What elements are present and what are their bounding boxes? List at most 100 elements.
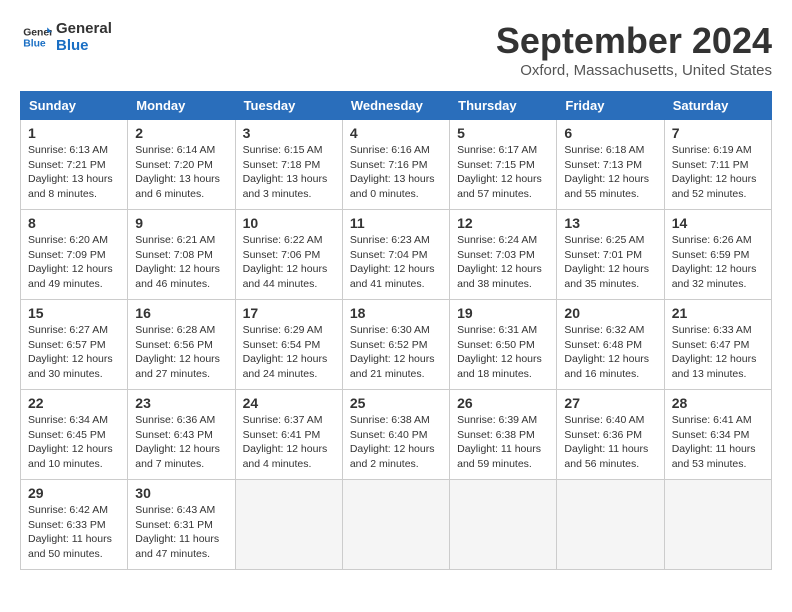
day-cell: 29 Sunrise: 6:42 AM Sunset: 6:33 PM Dayli… — [21, 480, 128, 570]
day-cell: 24 Sunrise: 6:37 AM Sunset: 6:41 PM Dayli… — [235, 390, 342, 480]
header-monday: Monday — [128, 92, 235, 120]
day-info: Sunrise: 6:40 AM Sunset: 6:36 PM Dayligh… — [564, 413, 656, 472]
day-info: Sunrise: 6:42 AM Sunset: 6:33 PM Dayligh… — [28, 503, 120, 562]
day-info: Sunrise: 6:14 AM Sunset: 7:20 PM Dayligh… — [135, 143, 227, 202]
day-number: 25 — [350, 395, 442, 411]
logo-text-general: General — [56, 20, 112, 37]
day-cell — [664, 480, 771, 570]
day-info: Sunrise: 6:36 AM Sunset: 6:43 PM Dayligh… — [135, 413, 227, 472]
day-number: 29 — [28, 485, 120, 501]
day-cell: 2 Sunrise: 6:14 AM Sunset: 7:20 PM Daylig… — [128, 120, 235, 210]
day-info: Sunrise: 6:27 AM Sunset: 6:57 PM Dayligh… — [28, 323, 120, 382]
day-number: 5 — [457, 125, 549, 141]
day-cell: 11 Sunrise: 6:23 AM Sunset: 7:04 PM Dayli… — [342, 210, 449, 300]
day-number: 30 — [135, 485, 227, 501]
day-info: Sunrise: 6:29 AM Sunset: 6:54 PM Dayligh… — [243, 323, 335, 382]
day-info: Sunrise: 6:37 AM Sunset: 6:41 PM Dayligh… — [243, 413, 335, 472]
header-sunday: Sunday — [21, 92, 128, 120]
day-number: 24 — [243, 395, 335, 411]
day-number: 21 — [672, 305, 764, 321]
day-info: Sunrise: 6:24 AM Sunset: 7:03 PM Dayligh… — [457, 233, 549, 292]
day-info: Sunrise: 6:25 AM Sunset: 7:01 PM Dayligh… — [564, 233, 656, 292]
day-cell: 10 Sunrise: 6:22 AM Sunset: 7:06 PM Dayli… — [235, 210, 342, 300]
header-wednesday: Wednesday — [342, 92, 449, 120]
day-cell: 27Sunrise: 6:40 AM Sunset: 6:36 PM Dayli… — [557, 390, 664, 480]
day-number: 10 — [243, 215, 335, 231]
month-title: September 2024 — [496, 20, 772, 62]
day-number: 12 — [457, 215, 549, 231]
day-cell: 8 Sunrise: 6:20 AM Sunset: 7:09 PM Daylig… — [21, 210, 128, 300]
day-cell: 12 Sunrise: 6:24 AM Sunset: 7:03 PM Dayli… — [450, 210, 557, 300]
header-tuesday: Tuesday — [235, 92, 342, 120]
day-info: Sunrise: 6:33 AM Sunset: 6:47 PM Dayligh… — [672, 323, 764, 382]
header-friday: Friday — [557, 92, 664, 120]
day-cell: 15 Sunrise: 6:27 AM Sunset: 6:57 PM Dayli… — [21, 300, 128, 390]
day-cell — [342, 480, 449, 570]
day-number: 8 — [28, 215, 120, 231]
day-cell: 1 Sunrise: 6:13 AM Sunset: 7:21 PM Daylig… — [21, 120, 128, 210]
day-cell — [450, 480, 557, 570]
day-cell: 25 Sunrise: 6:38 AM Sunset: 6:40 PM Dayli… — [342, 390, 449, 480]
day-number: 15 — [28, 305, 120, 321]
logo-icon: General Blue — [20, 21, 52, 53]
day-cell — [557, 480, 664, 570]
day-info: Sunrise: 6:28 AM Sunset: 6:56 PM Dayligh… — [135, 323, 227, 382]
day-info: Sunrise: 6:17 AM Sunset: 7:15 PM Dayligh… — [457, 143, 549, 202]
day-cell: 21 Sunrise: 6:33 AM Sunset: 6:47 PM Dayli… — [664, 300, 771, 390]
day-info: Sunrise: 6:31 AM Sunset: 6:50 PM Dayligh… — [457, 323, 549, 382]
day-info: Sunrise: 6:23 AM Sunset: 7:04 PM Dayligh… — [350, 233, 442, 292]
day-cell: 5 Sunrise: 6:17 AM Sunset: 7:15 PM Daylig… — [450, 120, 557, 210]
svg-text:Blue: Blue — [23, 39, 46, 50]
day-info: Sunrise: 6:38 AM Sunset: 6:40 PM Dayligh… — [350, 413, 442, 472]
header-thursday: Thursday — [450, 92, 557, 120]
day-cell: 30 Sunrise: 6:43 AM Sunset: 6:31 PM Dayli… — [128, 480, 235, 570]
day-number: 14 — [672, 215, 764, 231]
day-info: Sunrise: 6:34 AM Sunset: 6:45 PM Dayligh… — [28, 413, 120, 472]
day-info: Sunrise: 6:20 AM Sunset: 7:09 PM Dayligh… — [28, 233, 120, 292]
day-info: Sunrise: 6:19 AM Sunset: 7:11 PM Dayligh… — [672, 143, 764, 202]
day-cell: 3Sunrise: 6:15 AM Sunset: 7:18 PM Daylig… — [235, 120, 342, 210]
location: Oxford, Massachusetts, United States — [496, 62, 772, 79]
day-number: 3 — [243, 125, 335, 141]
day-cell: 17Sunrise: 6:29 AM Sunset: 6:54 PM Dayli… — [235, 300, 342, 390]
day-info: Sunrise: 6:18 AM Sunset: 7:13 PM Dayligh… — [564, 143, 656, 202]
header-saturday: Saturday — [664, 92, 771, 120]
day-info: Sunrise: 6:13 AM Sunset: 7:21 PM Dayligh… — [28, 143, 120, 202]
day-info: Sunrise: 6:16 AM Sunset: 7:16 PM Dayligh… — [350, 143, 442, 202]
day-number: 1 — [28, 125, 120, 141]
day-number: 11 — [350, 215, 442, 231]
day-info: Sunrise: 6:39 AM Sunset: 6:38 PM Dayligh… — [457, 413, 549, 472]
header-row: SundayMondayTuesdayWednesdayThursdayFrid… — [21, 92, 772, 120]
day-info: Sunrise: 6:41 AM Sunset: 6:34 PM Dayligh… — [672, 413, 764, 472]
day-number: 20 — [564, 305, 656, 321]
day-cell: 13 Sunrise: 6:25 AM Sunset: 7:01 PM Dayli… — [557, 210, 664, 300]
day-cell: 18 Sunrise: 6:30 AM Sunset: 6:52 PM Dayli… — [342, 300, 449, 390]
day-cell: 4Sunrise: 6:16 AM Sunset: 7:16 PM Daylig… — [342, 120, 449, 210]
week-row-4: 22Sunrise: 6:34 AM Sunset: 6:45 PM Dayli… — [21, 390, 772, 480]
day-info: Sunrise: 6:21 AM Sunset: 7:08 PM Dayligh… — [135, 233, 227, 292]
day-cell: 7 Sunrise: 6:19 AM Sunset: 7:11 PM Daylig… — [664, 120, 771, 210]
day-number: 28 — [672, 395, 764, 411]
day-number: 13 — [564, 215, 656, 231]
week-row-1: 1 Sunrise: 6:13 AM Sunset: 7:21 PM Daylig… — [21, 120, 772, 210]
logo-text-blue: Blue — [56, 37, 112, 54]
day-cell: 28 Sunrise: 6:41 AM Sunset: 6:34 PM Dayli… — [664, 390, 771, 480]
header: General Blue General Blue September 2024… — [20, 20, 772, 79]
title-block: September 2024 Oxford, Massachusetts, Un… — [496, 20, 772, 79]
day-cell: 20 Sunrise: 6:32 AM Sunset: 6:48 PM Dayli… — [557, 300, 664, 390]
day-number: 6 — [564, 125, 656, 141]
day-number: 2 — [135, 125, 227, 141]
day-cell: 26 Sunrise: 6:39 AM Sunset: 6:38 PM Dayli… — [450, 390, 557, 480]
logo: General Blue General Blue — [20, 20, 112, 55]
day-number: 18 — [350, 305, 442, 321]
day-info: Sunrise: 6:43 AM Sunset: 6:31 PM Dayligh… — [135, 503, 227, 562]
day-cell: 14Sunrise: 6:26 AM Sunset: 6:59 PM Dayli… — [664, 210, 771, 300]
day-number: 9 — [135, 215, 227, 231]
day-number: 26 — [457, 395, 549, 411]
day-cell: 6 Sunrise: 6:18 AM Sunset: 7:13 PM Daylig… — [557, 120, 664, 210]
day-info: Sunrise: 6:22 AM Sunset: 7:06 PM Dayligh… — [243, 233, 335, 292]
day-info: Sunrise: 6:30 AM Sunset: 6:52 PM Dayligh… — [350, 323, 442, 382]
day-info: Sunrise: 6:32 AM Sunset: 6:48 PM Dayligh… — [564, 323, 656, 382]
day-number: 7 — [672, 125, 764, 141]
week-row-2: 8 Sunrise: 6:20 AM Sunset: 7:09 PM Daylig… — [21, 210, 772, 300]
